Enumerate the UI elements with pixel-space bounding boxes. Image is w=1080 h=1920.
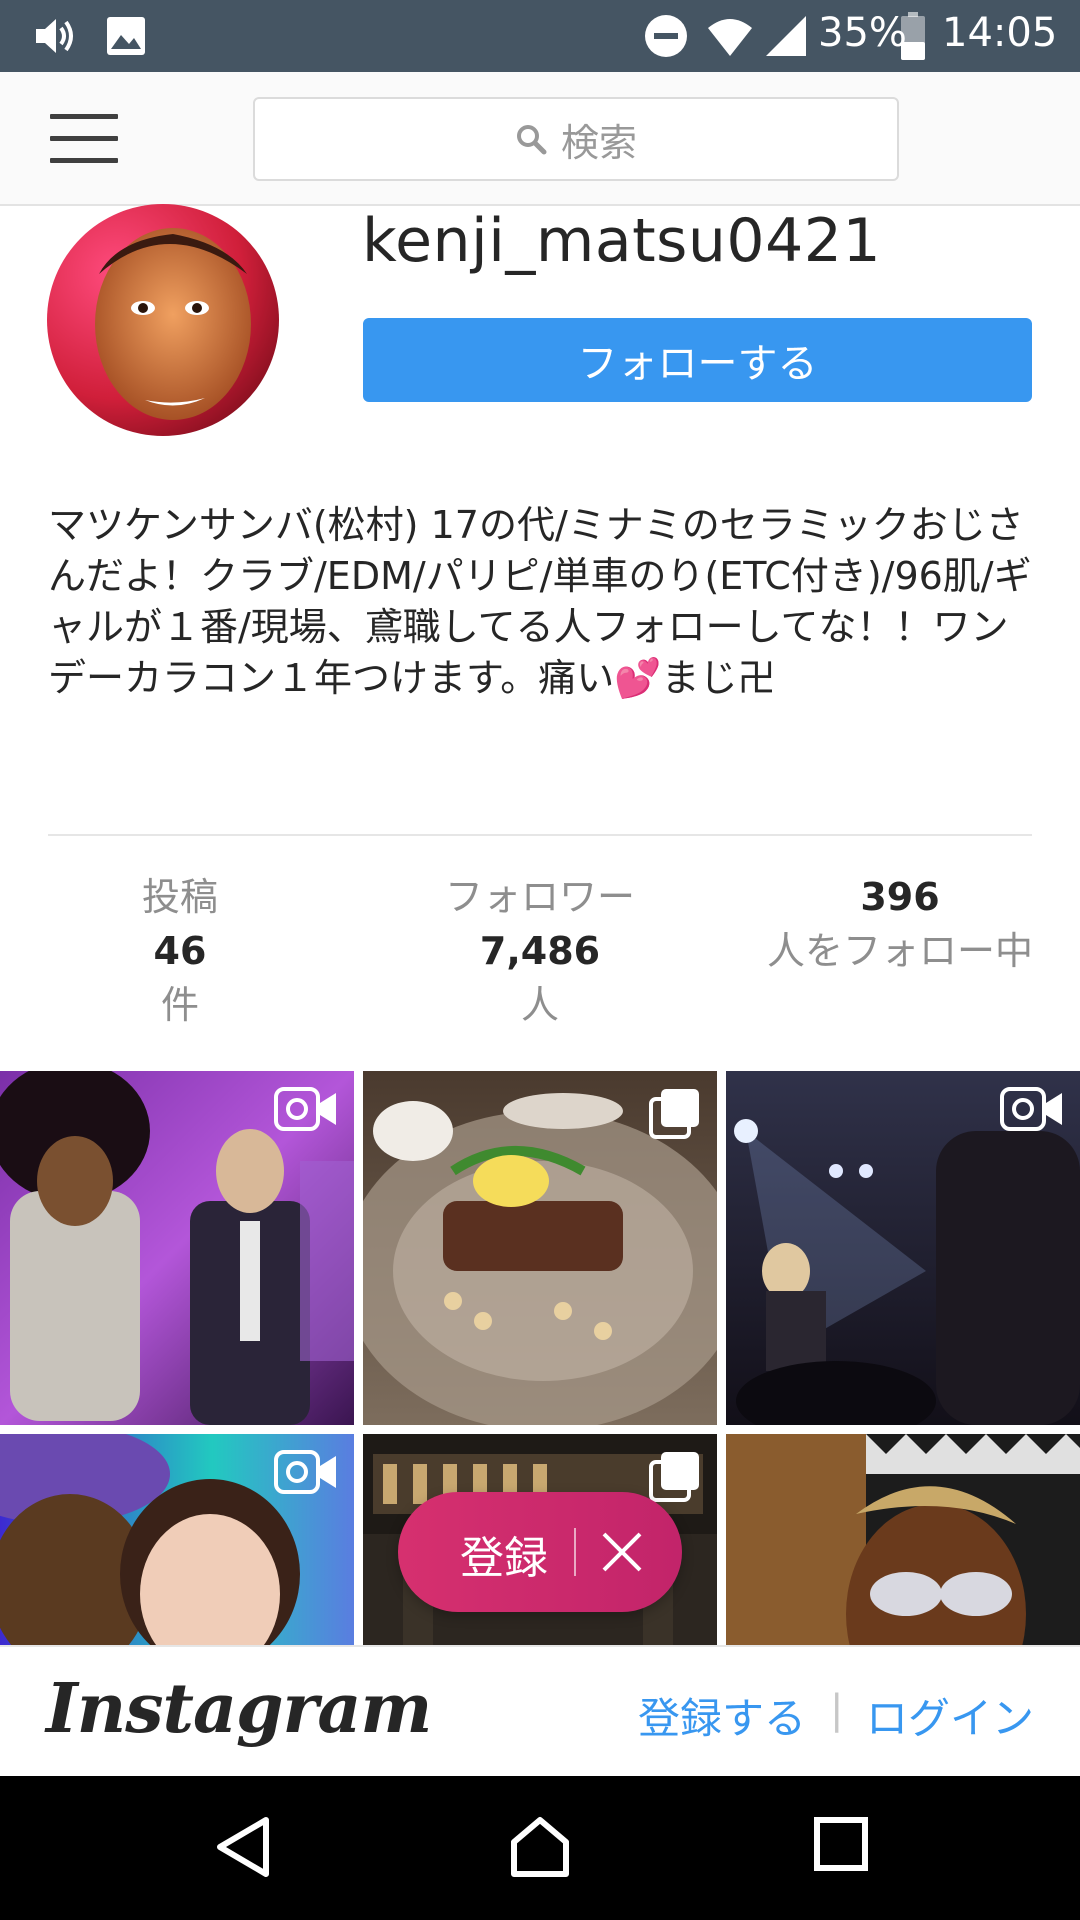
video-icon (1000, 1087, 1062, 1131)
signup-link[interactable]: 登録する (638, 1685, 806, 1746)
volume-icon (36, 19, 73, 53)
followers-stat[interactable]: フォロワー 7,486 人 (400, 870, 680, 1032)
status-bar: 35% 14:05 (0, 0, 1080, 72)
bio: マツケンサンバ(松村) 17の代/ミナミのセラミックおじさんだよ！クラブ/EDM… (48, 500, 1032, 704)
image-icon (107, 17, 145, 55)
video-icon (274, 1450, 336, 1494)
battery-percent: 35% (818, 10, 907, 56)
grid-tile[interactable] (0, 1071, 354, 1425)
login-link[interactable]: ログイン (866, 1685, 1034, 1746)
following-stat[interactable]: 396 人をフォロー中 (740, 870, 1060, 978)
battery-icon (901, 12, 925, 60)
followers-count: 7,486 (479, 929, 601, 973)
back-icon[interactable] (214, 1816, 272, 1878)
top-navigation: 検索 (0, 72, 1080, 206)
grid-tile[interactable] (726, 1434, 1080, 1645)
do-not-disturb-icon (645, 15, 687, 57)
video-icon (274, 1087, 336, 1131)
username: kenji_matsu0421 (362, 206, 882, 276)
pill-separator (574, 1528, 576, 1576)
posts-unit: 件 (160, 983, 199, 1027)
instagram-logo: Instagram (46, 1669, 432, 1749)
grid-tile[interactable] (363, 1071, 717, 1425)
grid-tile[interactable] (0, 1434, 354, 1645)
android-nav-bar (0, 1776, 1080, 1920)
home-icon[interactable] (508, 1816, 572, 1878)
search-input[interactable]: 検索 (253, 97, 899, 181)
following-label: 人をフォロー中 (766, 929, 1033, 973)
register-pill: 登録 (398, 1492, 682, 1612)
followers-unit: 人 (520, 983, 559, 1027)
link-separator: | (830, 1687, 844, 1733)
bottom-banner: Instagram 登録する | ログイン (0, 1645, 1080, 1776)
search-icon (516, 125, 547, 155)
wifi-icon (708, 19, 752, 56)
posts-label: 投稿 (141, 875, 218, 919)
divider (48, 834, 1032, 836)
hamburger-icon[interactable] (50, 114, 118, 164)
grid-tile[interactable] (726, 1071, 1080, 1425)
avatar[interactable] (47, 204, 279, 436)
register-button[interactable]: 登録 (460, 1522, 548, 1586)
follow-button[interactable]: フォローする (363, 318, 1032, 402)
posts-count: 46 (153, 929, 207, 973)
heart-emoji: 💕 (614, 656, 662, 700)
followers-label: フォロワー (444, 875, 635, 919)
bio-text-end: まじ卍 (661, 656, 776, 700)
following-count: 396 (860, 875, 940, 919)
signal-icon (766, 16, 806, 56)
album-icon (649, 1452, 699, 1502)
bio-text: マツケンサンバ(松村) 17の代/ミナミのセラミックおじさんだよ！クラブ/EDM… (48, 503, 1032, 700)
search-placeholder: 検索 (560, 120, 637, 165)
clock: 14:05 (942, 10, 1058, 56)
posts-stat[interactable]: 投稿 46 件 (80, 870, 280, 1032)
close-icon[interactable] (600, 1530, 644, 1574)
album-icon (649, 1089, 699, 1139)
recents-icon[interactable] (813, 1816, 869, 1872)
